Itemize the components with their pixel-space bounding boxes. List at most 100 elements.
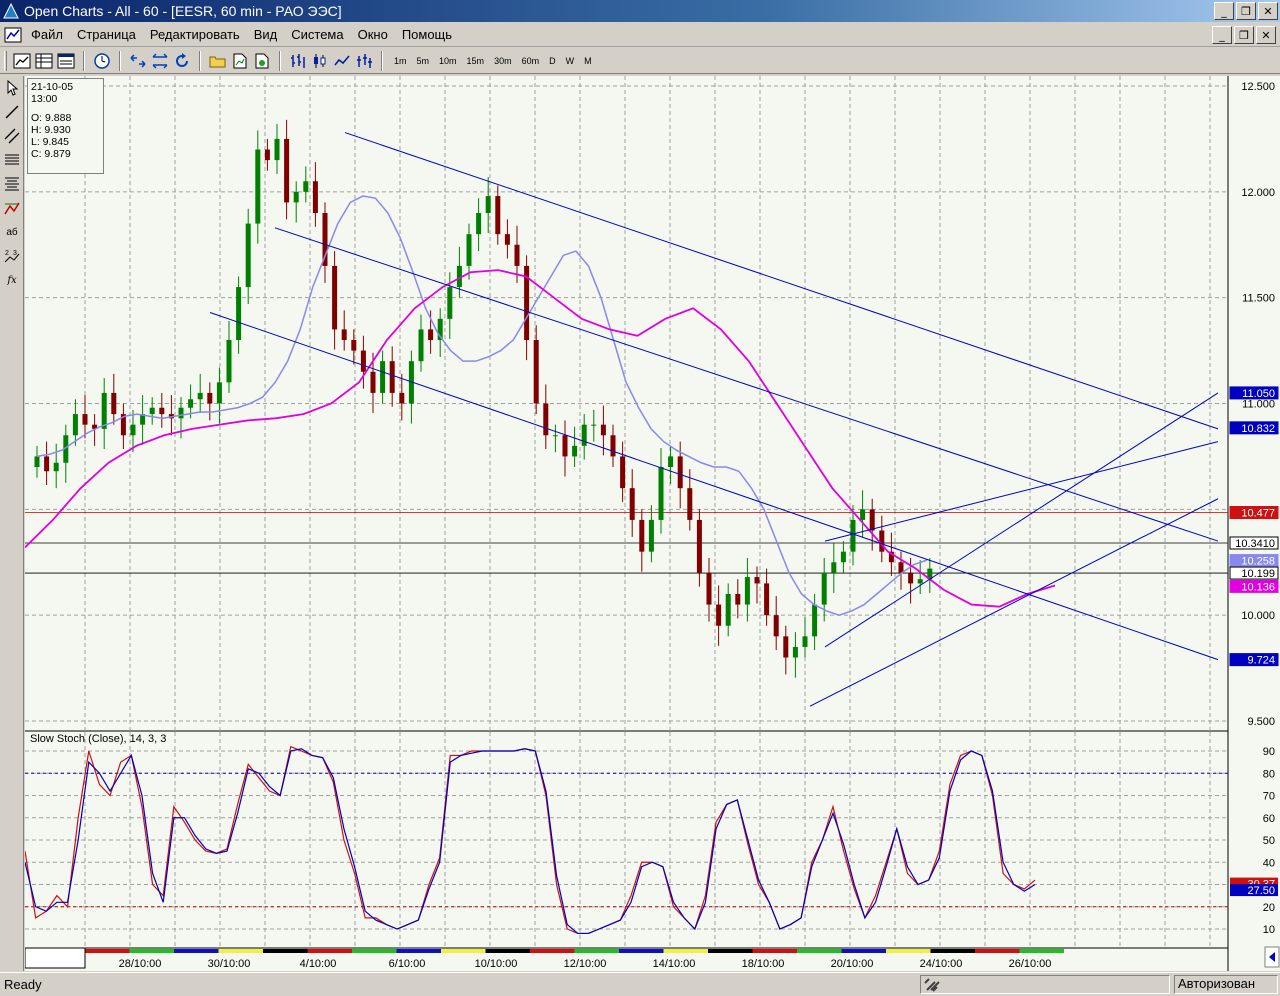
open-folder-icon[interactable] bbox=[207, 50, 229, 72]
timeframe-15m-button[interactable]: 15m bbox=[462, 50, 490, 72]
price-marker-label: 10.136 bbox=[1241, 581, 1275, 593]
time-tick-label: 20/10:00 bbox=[831, 958, 874, 970]
price-chart-svg[interactable]: 12.50012.00011.50011.00010.50010.0009.50… bbox=[24, 76, 1280, 971]
menu-file[interactable]: Файл bbox=[24, 27, 70, 42]
time-color-strip bbox=[841, 949, 886, 953]
candle-body bbox=[668, 456, 674, 467]
zoom-arrows-icon[interactable] bbox=[149, 50, 171, 72]
candle-body bbox=[255, 149, 261, 224]
candle-body bbox=[706, 572, 712, 605]
candle-body bbox=[696, 519, 702, 573]
save-document-icon[interactable] bbox=[251, 50, 273, 72]
time-color-strip bbox=[396, 949, 441, 953]
time-tick-label: 4/10:00 bbox=[300, 958, 337, 970]
chart-area[interactable]: 12.50012.00011.50011.00010.50010.0009.50… bbox=[24, 76, 1280, 971]
status-ready: Ready bbox=[4, 976, 42, 992]
time-color-strip bbox=[975, 949, 1020, 953]
stoch-tick-label: 80 bbox=[1263, 768, 1275, 780]
refresh-icon[interactable] bbox=[171, 50, 193, 72]
clock-icon[interactable] bbox=[91, 50, 113, 72]
document-chart-icon[interactable] bbox=[2, 25, 24, 45]
candle-body bbox=[514, 244, 520, 266]
candle-body bbox=[476, 213, 482, 235]
candlestick-chart-type-icon[interactable] bbox=[309, 50, 331, 72]
channel-line bbox=[274, 227, 1219, 542]
time-color-strip bbox=[574, 949, 619, 953]
candle-body bbox=[812, 604, 818, 637]
close-button[interactable]: ✕ bbox=[1258, 2, 1278, 20]
time-tick-label: 18/10:00 bbox=[742, 958, 785, 970]
menu-window[interactable]: Окно bbox=[351, 27, 395, 42]
doc-close-button[interactable]: ✕ bbox=[1256, 26, 1276, 44]
candle-body bbox=[716, 604, 722, 626]
text-tool-icon[interactable]: aб bbox=[1, 221, 23, 243]
time-tick-label: 12/10:00 bbox=[564, 958, 607, 970]
time-color-strip bbox=[263, 949, 308, 953]
candle-body bbox=[447, 287, 453, 319]
formula-tool-icon[interactable]: fx bbox=[1, 269, 23, 291]
toolbar: 1m 5m 10m 15m 30m 60m D W M bbox=[0, 48, 1280, 74]
list-window-icon[interactable] bbox=[55, 50, 77, 72]
timeframe-30m-button[interactable]: 30m bbox=[489, 50, 517, 72]
title-bar: Open Charts - All - 60 - [EESR, 60 min -… bbox=[0, 0, 1280, 22]
timeframe-10m-button[interactable]: 10m bbox=[434, 50, 462, 72]
doc-minimize-button[interactable]: _ bbox=[1212, 26, 1232, 44]
info-high: H: 9.930 bbox=[31, 124, 71, 136]
price-marker-label: 10.832 bbox=[1241, 423, 1275, 435]
candle-body bbox=[850, 519, 856, 552]
candle-body bbox=[485, 196, 491, 213]
timeframe-1m-button[interactable]: 1m bbox=[389, 50, 412, 72]
price-marker-label: 9.724 bbox=[1247, 655, 1275, 667]
new-document-icon[interactable] bbox=[229, 50, 251, 72]
timeframe-60m-button[interactable]: 60m bbox=[517, 50, 545, 72]
candle-body bbox=[687, 488, 693, 520]
candle-body bbox=[53, 462, 59, 472]
doc-restore-button[interactable]: ❐ bbox=[1234, 26, 1254, 44]
parallel-lines-icon[interactable] bbox=[1, 125, 23, 147]
fibonacci-levels-icon[interactable] bbox=[1, 173, 23, 195]
menu-page[interactable]: Страница bbox=[70, 27, 143, 42]
trend-line-icon[interactable] bbox=[1, 101, 23, 123]
price-tick-label: 9.500 bbox=[1247, 716, 1275, 728]
toolbar-separator bbox=[199, 50, 201, 71]
line-chart-icon[interactable] bbox=[11, 50, 33, 72]
levels-tool-icon[interactable]: 23 bbox=[1, 245, 23, 267]
toolbar-grip[interactable] bbox=[4, 50, 7, 71]
time-color-strip bbox=[752, 949, 797, 953]
scroll-arrows-icon[interactable] bbox=[127, 50, 149, 72]
table-icon[interactable] bbox=[33, 50, 55, 72]
candle-body bbox=[207, 392, 213, 404]
menu-help[interactable]: Помощь bbox=[395, 27, 459, 42]
ohlc-info-box: 21-10-05 13:00 O: 9.888 H: 9.930 L: 9.84… bbox=[27, 78, 104, 174]
line-chart-type-icon[interactable] bbox=[331, 50, 353, 72]
toolbar-separator bbox=[83, 50, 85, 71]
candle-body bbox=[130, 424, 136, 436]
candle-body bbox=[792, 646, 798, 658]
stoch-tick-label: 90 bbox=[1263, 746, 1275, 758]
timeframe-month-button[interactable]: M bbox=[579, 50, 597, 72]
time-color-strip bbox=[1019, 949, 1064, 953]
menu-system[interactable]: Система bbox=[284, 27, 350, 42]
timeframe-day-button[interactable]: D bbox=[544, 50, 561, 72]
candle-body bbox=[466, 234, 472, 266]
time-scroll-box bbox=[24, 947, 86, 969]
menu-view[interactable]: Вид bbox=[247, 27, 285, 42]
time-color-strip bbox=[174, 949, 219, 953]
stoch-tick-label: 10 bbox=[1263, 924, 1275, 936]
pointer-icon[interactable] bbox=[1, 77, 23, 99]
menu-edit[interactable]: Редактировать bbox=[143, 27, 247, 42]
minimize-button[interactable]: _ bbox=[1214, 2, 1234, 20]
candle-body bbox=[226, 340, 232, 383]
timeframe-week-button[interactable]: W bbox=[561, 50, 580, 72]
horizontal-lines-icon[interactable] bbox=[1, 149, 23, 171]
candle-body bbox=[197, 392, 203, 400]
time-tick-label: 24/10:00 bbox=[920, 958, 963, 970]
time-tick-label: 14/10:00 bbox=[653, 958, 696, 970]
bar-chart-type-icon[interactable] bbox=[287, 50, 309, 72]
bar-chart-alt-icon[interactable] bbox=[353, 50, 375, 72]
channel-line bbox=[824, 441, 1219, 542]
restore-button[interactable]: ❐ bbox=[1236, 2, 1256, 20]
zigzag-tool-icon[interactable] bbox=[1, 197, 23, 219]
time-tick-label: 30/10:00 bbox=[208, 958, 251, 970]
timeframe-5m-button[interactable]: 5m bbox=[412, 50, 435, 72]
